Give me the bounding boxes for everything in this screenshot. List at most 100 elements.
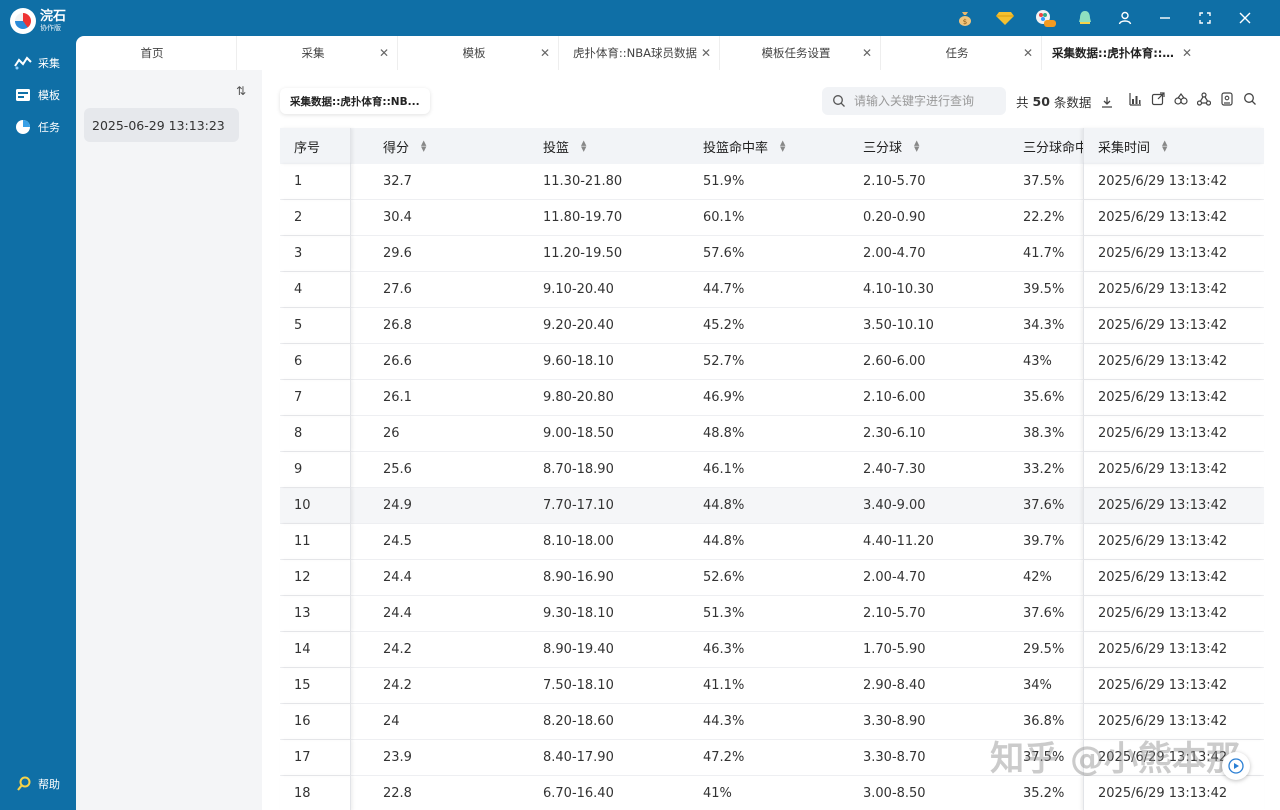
column-header[interactable]: 三分球 ▲ ▼ [831,128,991,164]
table-row[interactable]: 13 24.4 9.30-18.10 51.3% 2.10-5.70 37.6% 2025/… [280,596,1264,632]
table-cell: 22.8 [383,786,412,801]
table-cell: 52.7% [703,354,745,369]
sidebar-item-collect[interactable]: 采集 [14,55,60,71]
notification-bell-icon[interactable] [1074,8,1096,28]
sort-icon[interactable]: ▲ ▼ [1162,140,1167,153]
table-row[interactable]: 15 24.2 7.50-18.10 41.1% 2.90-8.40 34% 2025/6/… [280,668,1264,704]
tab-task[interactable]: 任务 ✕ [881,36,1042,70]
maximize-icon[interactable] [1194,8,1216,28]
tab-close-icon[interactable]: ✕ [540,46,550,60]
tab-close-icon[interactable]: ✕ [701,46,711,60]
column-header[interactable]: 采集时间 ▲ ▼ [1083,128,1264,164]
tab-close-icon[interactable]: ✕ [1023,46,1033,60]
column-header[interactable]: 三分球命中率 [991,128,1083,164]
table-cell: 25.6 [383,462,412,477]
table-cell: 9 [280,452,351,487]
table-cell: 11.30-21.80 [543,174,623,189]
column-header[interactable]: 得分 ▲ ▼ [351,128,511,164]
tab-template-task-settings[interactable]: 模板任务设置 ✕ [720,36,881,70]
table-row[interactable]: 10 24.9 7.70-17.10 44.8% 3.40-9.00 37.6% 2025/… [280,488,1264,524]
bar-chart-icon[interactable] [1128,92,1142,106]
table-row[interactable]: 4 27.6 9.10-20.40 44.7% 4.10-10.30 39.5% 2025/… [280,272,1264,308]
sidebar: 浣石 协作版 采集 模板 任务 帮助 [0,0,76,810]
search-box[interactable] [822,87,1006,115]
table-row[interactable]: 5 26.8 9.20-20.40 45.2% 3.50-10.10 34.3% 2025/… [280,308,1264,344]
help-icon [16,776,32,792]
beta-badge-icon[interactable] [1034,8,1056,28]
table-cell: 44.7% [703,282,745,297]
table-cell: 9.20-20.40 [543,318,614,333]
table-cell: 9.80-20.80 [543,390,614,405]
table-row[interactable]: 9 25.6 8.70-18.90 46.1% 2.40-7.30 33.2% 2025/6… [280,452,1264,488]
table-cell: 5 [280,308,351,343]
table-cell: 3.00-8.50 [863,786,926,801]
task-icon [14,119,32,135]
watermark: 知乎 @小熊本那 [990,739,1240,779]
table-cell: 24.2 [383,642,412,657]
table-cell: 30.4 [383,210,412,225]
date-list-item[interactable]: 2025-06-29 13:13:23 [84,108,239,142]
tab-close-icon[interactable]: ✕ [379,46,389,60]
table-cell: 47.2% [703,750,745,765]
sidebar-item-task[interactable]: 任务 [14,119,60,135]
tab-home[interactable]: 首页 [76,36,237,70]
dataset-chip[interactable]: 采集数据::虎扑体育::NB... [280,88,430,114]
sort-icon[interactable]: ▲ ▼ [780,140,785,153]
search-input[interactable] [854,94,994,108]
column-header[interactable]: 投篮 ▲ ▼ [511,128,671,164]
table-row[interactable]: 14 24.2 8.90-19.40 46.3% 1.70-5.90 29.5% 2025/… [280,632,1264,668]
export-icon[interactable] [1151,92,1165,106]
table-cell: 24.4 [383,570,412,585]
tab-template[interactable]: 模板 ✕ [398,36,559,70]
table-cell: 48.8% [703,426,745,441]
sort-toggle-icon[interactable]: ⇅ [236,84,246,98]
tab-hupu-nba[interactable]: 虎扑体育::NBA球员数据 ✕ [559,36,720,70]
tab-label: 采集 [301,46,325,60]
close-icon[interactable] [1234,8,1256,28]
table-cell: 2025/6/29 13:13:42 [1083,668,1264,703]
table-cell: 2.00-4.70 [863,570,926,585]
table-cell: 8.70-18.90 [543,462,614,477]
table-row[interactable]: 11 24.5 8.10-18.00 44.8% 4.40-11.20 39.7% 2025… [280,524,1264,560]
column-header[interactable]: 投篮命中率 ▲ ▼ [671,128,831,164]
diamond-icon[interactable] [994,8,1016,28]
download-icon[interactable] [1101,96,1113,108]
table-cell: 44.3% [703,714,745,729]
table-cell: 6 [280,344,351,379]
tab-close-icon[interactable]: ✕ [862,46,872,60]
table-cell: 27.6 [383,282,412,297]
table-cell: 39.7% [1023,534,1065,549]
table-row[interactable]: 3 29.6 11.20-19.50 57.6% 2.00-4.70 41.7% 2025/… [280,236,1264,272]
tab-collected-data[interactable]: 采集数据::虎扑体育::NB... ✕ [1042,36,1200,70]
table-row[interactable]: 12 24.4 8.90-16.90 52.6% 2.00-4.70 42% 2025/6/… [280,560,1264,596]
sidebar-item-template[interactable]: 模板 [14,87,60,103]
share-icon[interactable] [1197,92,1211,106]
column-header[interactable]: 序号 [280,128,351,164]
table-row[interactable]: 7 26.1 9.80-20.80 46.9% 2.10-6.00 35.6% 2025/6… [280,380,1264,416]
table-row[interactable]: 6 26.6 9.60-18.10 52.7% 2.60-6.00 43% 2025/6/2… [280,344,1264,380]
tab-close-icon[interactable]: ✕ [1182,46,1192,60]
tab-label: 采集数据::虎扑体育::NB... [1052,46,1182,60]
table-cell: 41% [703,786,732,801]
table-cell: 23.9 [383,750,412,765]
money-bag-icon[interactable]: $ [954,8,976,28]
table-row[interactable]: 8 26 9.00-18.50 48.8% 2.30-6.10 38.3% 2025/6/2… [280,416,1264,452]
document-icon[interactable] [1220,92,1234,106]
table-cell: 0.20-0.90 [863,210,926,225]
table-row[interactable]: 1 32.7 11.30-21.80 51.9% 2.10-5.70 37.5% 2025/… [280,164,1264,200]
search-detail-icon[interactable] [1243,92,1257,106]
table-row[interactable]: 18 22.8 6.70-16.40 41% 3.00-8.50 35.2% 2025/6/… [280,776,1264,810]
cloud-sync-icon[interactable] [1174,92,1188,106]
sort-icon[interactable]: ▲ ▼ [421,140,426,153]
sort-icon[interactable]: ▲ ▼ [581,140,586,153]
table-cell: 26 [383,426,400,441]
floating-action-button[interactable] [1222,752,1250,780]
tab-collect[interactable]: 采集 ✕ [237,36,398,70]
sort-icon[interactable]: ▲ ▼ [914,140,919,153]
minimize-icon[interactable] [1154,8,1176,28]
user-icon[interactable] [1114,8,1136,28]
table-cell: 8.40-17.90 [543,750,614,765]
table-cell: 24.9 [383,498,412,513]
help-button[interactable]: 帮助 [16,776,60,792]
table-row[interactable]: 2 30.4 11.80-19.70 60.1% 0.20-0.90 22.2% 2025/… [280,200,1264,236]
